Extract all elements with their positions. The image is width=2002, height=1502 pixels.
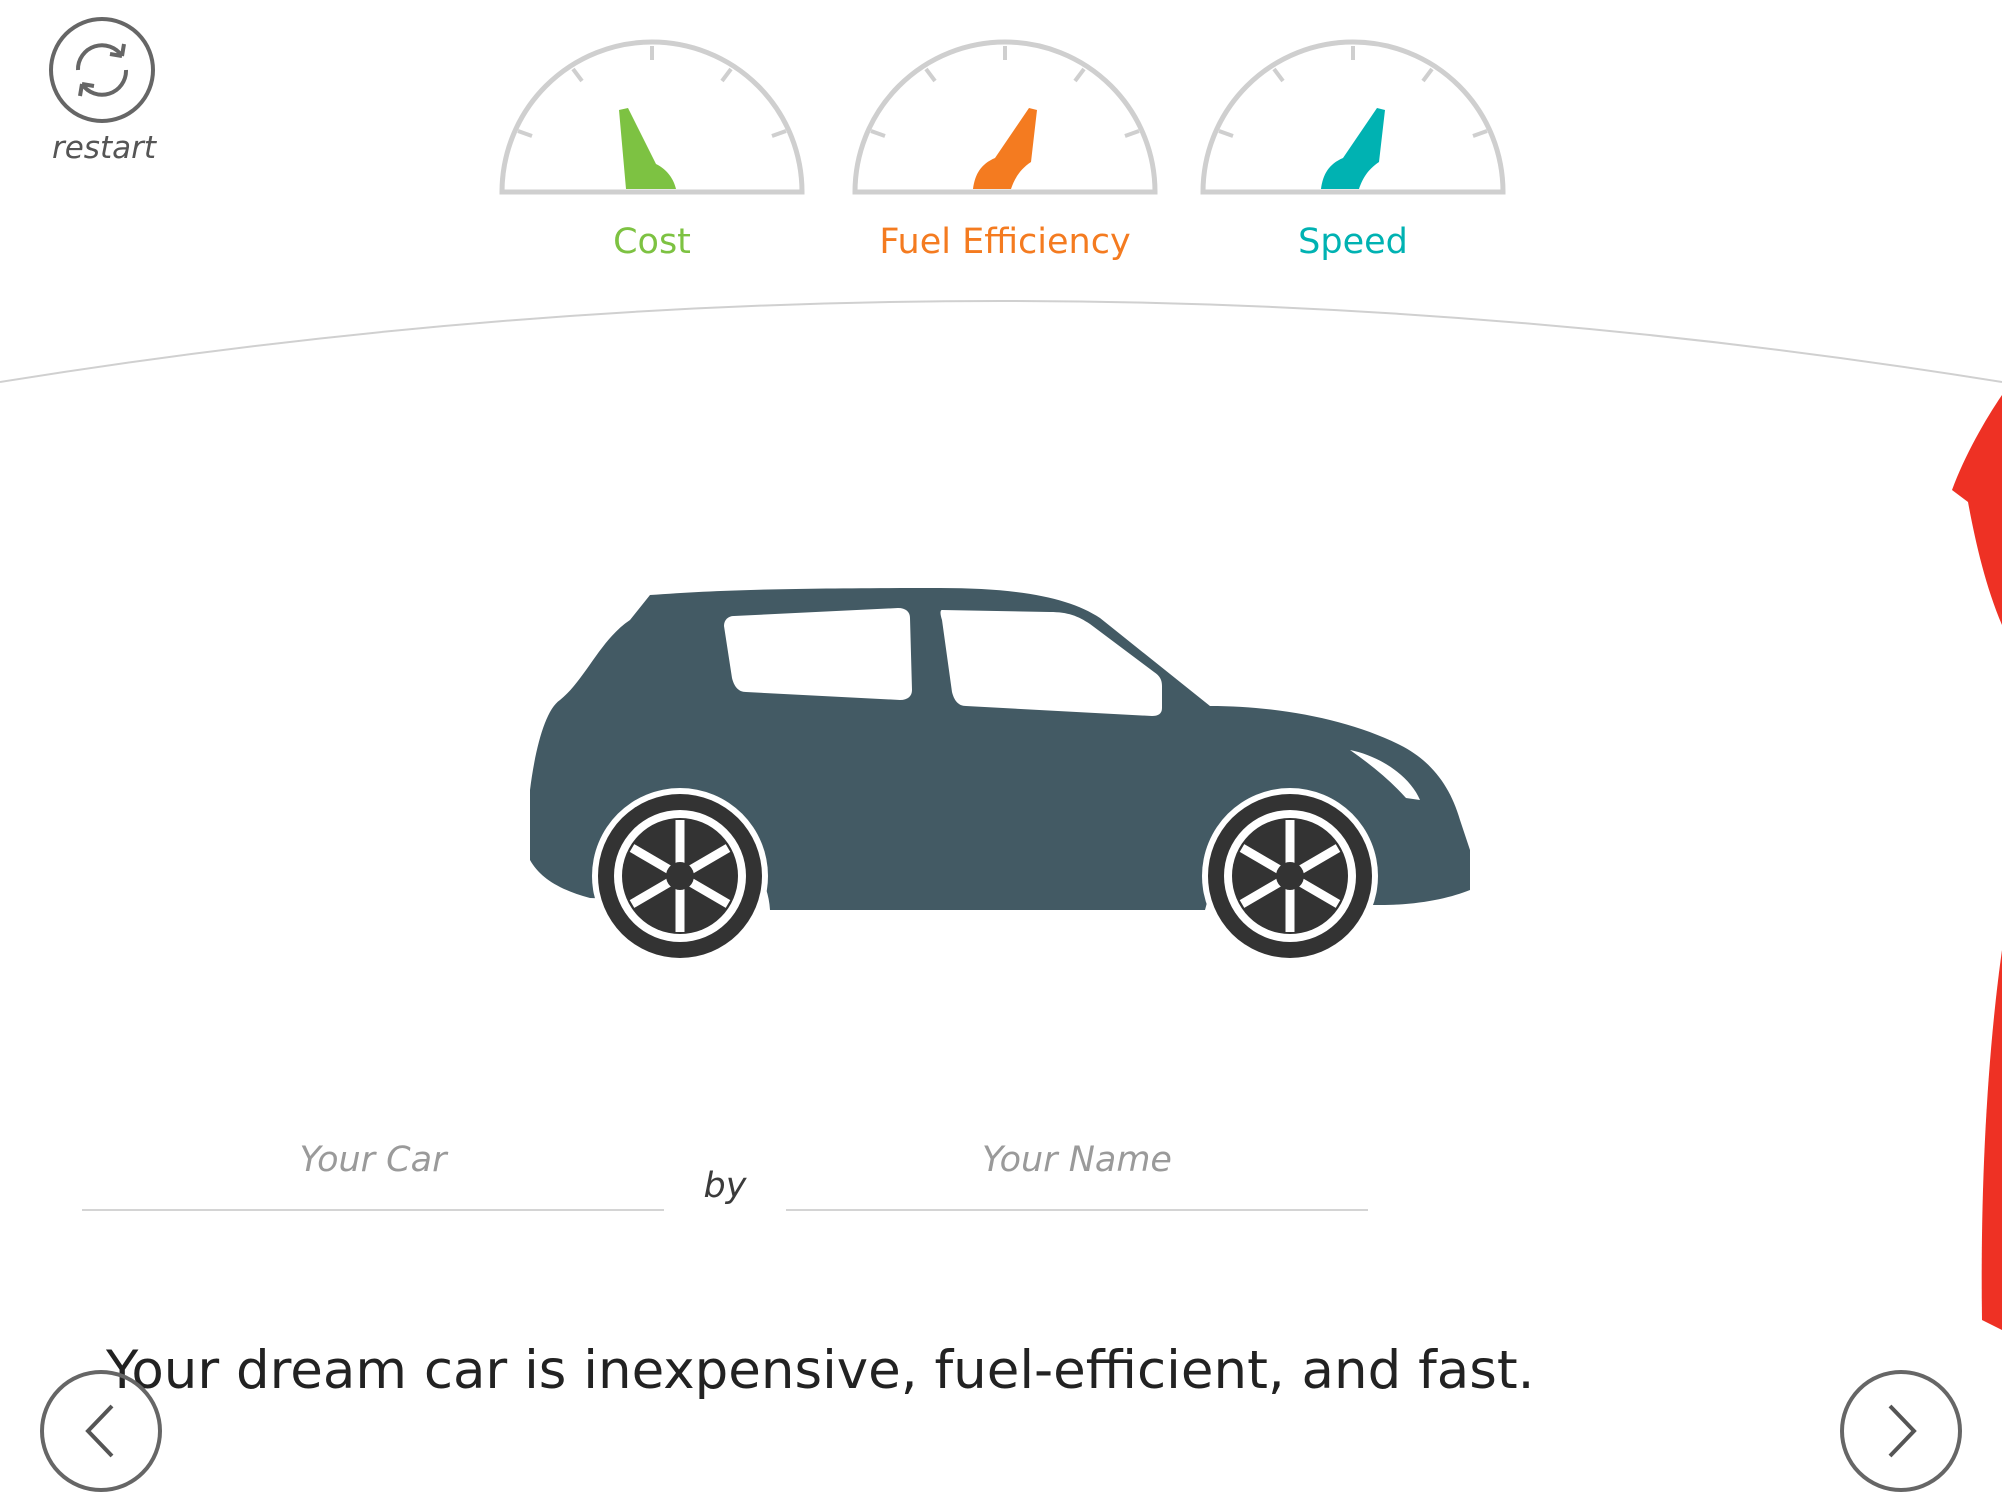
gauge-fuel-efficiency-dial xyxy=(852,39,1158,195)
summary-text: Your dream car is inexpensive, fuel-effi… xyxy=(106,1340,1535,1401)
gauge-cost-needle xyxy=(619,108,676,189)
gauge-cost-label: Cost xyxy=(613,222,691,262)
gauge-speed-label: Speed xyxy=(1298,222,1408,262)
gauge-cost-dial xyxy=(499,39,805,195)
previous-button[interactable] xyxy=(38,1368,164,1494)
restart-button[interactable]: restart xyxy=(44,14,164,174)
car-illustration xyxy=(530,588,1470,964)
gauge-fuel-efficiency-label: Fuel Efficiency xyxy=(879,222,1131,262)
gauge-speed: Speed xyxy=(1197,36,1509,276)
gauge-speed-needle xyxy=(1321,108,1385,189)
restart-icon xyxy=(49,17,155,123)
gauge-speed-dial xyxy=(1200,39,1506,195)
restart-label: restart xyxy=(51,130,157,166)
chevron-right-icon xyxy=(1840,1370,1962,1492)
gauge-fuel-efficiency-needle xyxy=(973,108,1037,189)
divider-arc xyxy=(0,300,2002,383)
by-label: by xyxy=(703,1166,747,1206)
car-name-input[interactable]: Your Car xyxy=(82,1135,664,1211)
gauge-cost: Cost xyxy=(496,36,808,276)
next-button[interactable] xyxy=(1838,1368,1964,1494)
author-name-input[interactable]: Your Name xyxy=(786,1135,1368,1211)
gauge-fuel-efficiency: Fuel Efficiency xyxy=(849,36,1161,276)
chevron-left-icon xyxy=(40,1370,162,1492)
